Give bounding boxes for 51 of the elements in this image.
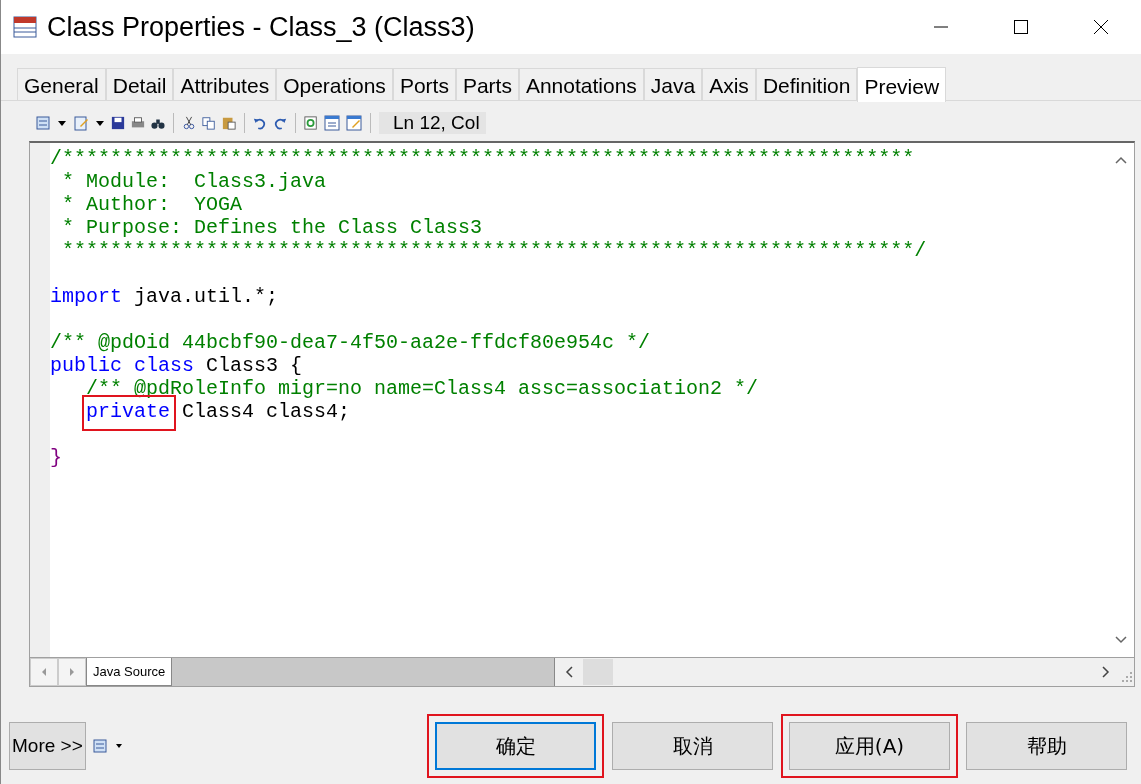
- code-token: java.util.*;: [133, 285, 279, 308]
- paste-icon[interactable]: [222, 115, 236, 131]
- code-token: private: [86, 400, 170, 423]
- close-icon[interactable]: [1093, 19, 1109, 35]
- copy-icon[interactable]: [202, 115, 216, 131]
- more-button[interactable]: More >>: [9, 722, 86, 770]
- resize-grip-icon[interactable]: [1120, 670, 1134, 684]
- dialog-button[interactable]: 应用(A): [789, 722, 950, 770]
- tab[interactable]: Axis: [702, 68, 756, 100]
- list-icon[interactable]: [324, 115, 340, 131]
- code-token: }: [50, 446, 62, 469]
- tab[interactable]: Definition: [755, 68, 858, 100]
- code-token: Class3 {: [205, 354, 303, 377]
- tab[interactable]: Annotations: [518, 68, 644, 100]
- tab[interactable]: Attributes: [173, 68, 277, 100]
- save-icon[interactable]: [111, 115, 125, 131]
- code-token: ***********************************************************************/: [61, 239, 927, 262]
- code-token: * Author: YOGA: [61, 193, 243, 216]
- code-token: /***********************************************************************: [50, 147, 915, 170]
- code-token: public class: [50, 354, 195, 377]
- code-token: * Module: Class3.java: [61, 170, 327, 193]
- scroll-up-icon[interactable]: [1115, 155, 1127, 165]
- source-tab[interactable]: Java Source: [86, 658, 173, 686]
- cursor-position: Ln 12, Col: [379, 112, 486, 134]
- form-edit-icon[interactable]: [346, 115, 362, 131]
- dialog-button[interactable]: 帮助: [966, 722, 1127, 770]
- scroll-left-icon[interactable]: [565, 666, 576, 678]
- tab[interactable]: Preview: [857, 67, 947, 102]
- window-title: Class Properties - Class_3 (Class3): [47, 11, 475, 43]
- tab[interactable]: Detail: [105, 68, 174, 100]
- left-arrow-icon: [40, 667, 48, 677]
- dialog-button[interactable]: 确定: [435, 722, 596, 770]
- refresh-icon[interactable]: [304, 115, 318, 131]
- tab[interactable]: Parts: [455, 68, 519, 100]
- maximize-icon[interactable]: [1013, 19, 1029, 35]
- tab[interactable]: Operations: [276, 68, 393, 100]
- code-token: Class4 class4;: [181, 400, 351, 423]
- tab[interactable]: General: [17, 68, 106, 100]
- scroll-right-icon[interactable]: [1100, 666, 1110, 678]
- tab[interactable]: Ports: [392, 68, 456, 100]
- code-token: * Purpose: Defines the Class Class3: [61, 216, 483, 239]
- cut-icon[interactable]: [182, 115, 196, 131]
- scrollbar-thumb[interactable]: [583, 659, 614, 685]
- code-token: /** @pdRoleInfo migr=no name=Class4 assc=association2 */: [86, 377, 759, 400]
- table-icon: [13, 16, 37, 38]
- code-token: import: [50, 285, 122, 308]
- dialog-button[interactable]: 取消: [612, 722, 773, 770]
- code-token: /** @pdOid 44bcbf90-dea7-4f50-aa2e-ffdcf80e954c */: [50, 331, 651, 354]
- right-arrow-icon: [68, 667, 76, 677]
- scroll-down-icon[interactable]: [1115, 635, 1127, 645]
- tab[interactable]: Java: [643, 68, 703, 100]
